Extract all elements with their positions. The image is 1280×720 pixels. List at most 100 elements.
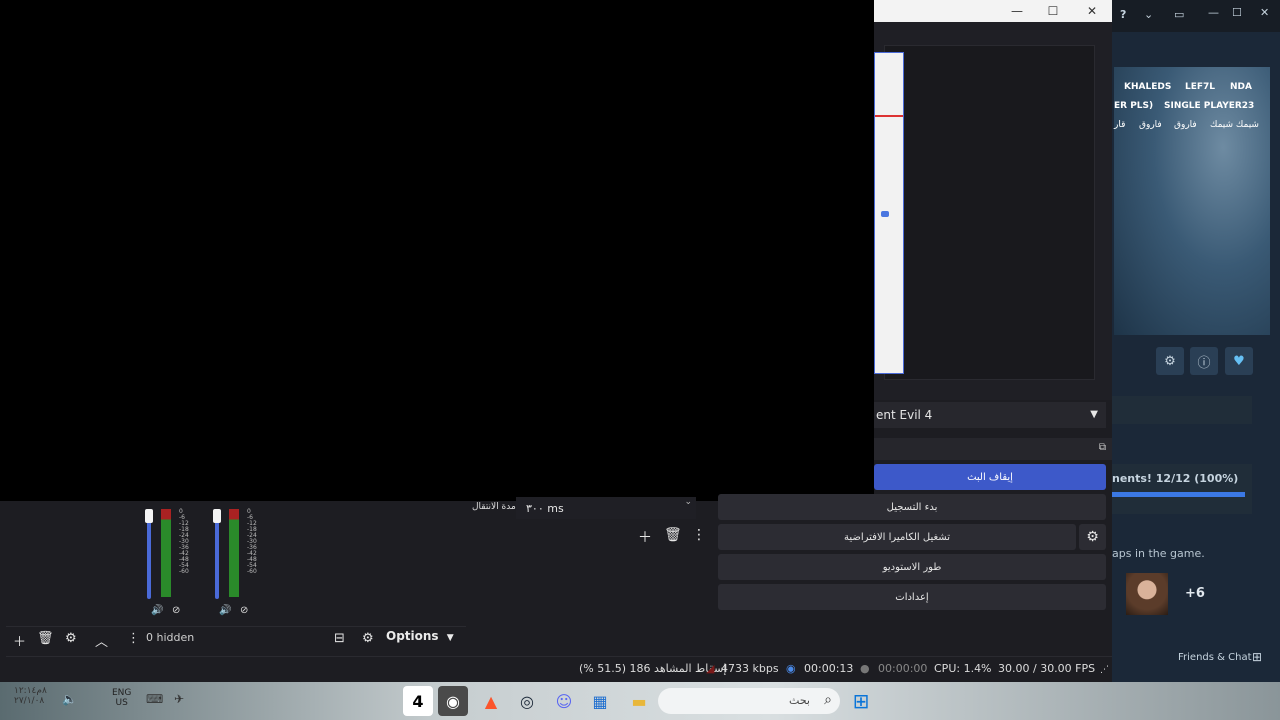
float-dock-icon[interactable]: ⧉	[1099, 442, 1106, 453]
start-recording-button[interactable]: بدء التسجيل	[718, 494, 1106, 520]
steam-app-icon[interactable]: ◎	[512, 686, 542, 716]
speaker-icon[interactable]: 🔊	[219, 605, 231, 616]
taskbar-search[interactable]: بحث ⌕	[658, 688, 840, 714]
game-info-icon[interactable]: ⓘ	[1190, 347, 1218, 375]
add-source-plus-icon[interactable]: ＋	[13, 631, 26, 650]
lang-region: US	[115, 698, 128, 708]
friend-tag[interactable]: فاروق	[1139, 120, 1162, 130]
volume-fader-knob[interactable]	[213, 509, 221, 523]
windows-start-icon[interactable]: ⊞	[846, 686, 876, 716]
resize-grip-icon[interactable]: ⋰	[1100, 665, 1109, 675]
transition-duration-input[interactable]: ٣٠٠ ms ⌄	[516, 497, 696, 519]
scene-select[interactable]: ent Evil 4 ▼	[874, 402, 1106, 428]
caret-down-icon: ▼	[446, 633, 454, 643]
settings-button[interactable]: إعدادات	[718, 584, 1106, 610]
studio-mode-button[interactable]: طور الاستوديو	[718, 554, 1106, 580]
controls-dock-header: ⧉	[874, 438, 1112, 460]
clock-time: ٨م١٢:١٤	[14, 686, 47, 696]
options-label: Options	[386, 629, 439, 643]
start-virtual-camera-button[interactable]: تشغيل الكاميرا الافتراضية	[718, 524, 1076, 550]
stop-streaming-button[interactable]: إيقاف البث	[874, 464, 1106, 490]
monitor-icon[interactable]: ▭	[1174, 8, 1184, 21]
clock-date: ٢٧/١/٠٨	[14, 696, 45, 706]
options-dropdown[interactable]: Options ▼	[386, 629, 454, 643]
close-button[interactable]: ✕	[1260, 6, 1269, 19]
obs-app-icon[interactable]: ◉	[438, 686, 468, 716]
friends-chat-icon[interactable]: ⊞	[1252, 650, 1262, 664]
layout-icon[interactable]: ⊟	[334, 631, 345, 646]
friends-caps-text: aps in the game.	[1112, 547, 1205, 560]
volume-fader-track[interactable]	[147, 515, 151, 599]
minimize-button[interactable]: —	[998, 0, 1036, 22]
start-recording-label: بدء التسجيل	[886, 501, 938, 513]
friend-tag[interactable]: فاروق	[1174, 120, 1197, 130]
remove-source-trash-icon[interactable]: 🗑	[37, 631, 54, 646]
add-transition-plus-icon[interactable]: ＋	[638, 527, 652, 547]
game-settings-gear-icon[interactable]: ⚙	[1156, 347, 1184, 375]
keyboard-icon[interactable]: ⌨	[146, 692, 163, 706]
chevron-down-icon: ▼	[1090, 409, 1098, 420]
virtual-camera-label: تشغيل الكاميرا الافتراضية	[844, 531, 950, 543]
achievements-progress-bar	[1112, 492, 1245, 497]
favorite-heart-icon[interactable]: ♥	[1225, 347, 1253, 375]
cpu-usage: CPU: 1.4%	[934, 662, 992, 675]
network-icon[interactable]: ✈	[174, 692, 184, 706]
maximize-button[interactable]: ☐	[1034, 0, 1072, 22]
sources-menu-kebab-icon[interactable]: ⋮	[127, 631, 140, 646]
achievements-progress-text: nents! 12/12 (100%)	[1112, 472, 1239, 485]
friends-chat-button[interactable]: Friends & Chat	[1178, 652, 1252, 663]
heart-icon	[881, 211, 889, 217]
preview-source	[884, 45, 1095, 380]
search-icon: ⌕	[824, 692, 832, 708]
volume-fader-knob[interactable]	[145, 509, 153, 523]
meter-scale: 0 -6 -12 -18 -24 -30 -36 -42 -48 -54 -60	[247, 508, 257, 575]
fps: 30.00 / 30.00 FPS	[998, 662, 1096, 675]
move-up-chevron-icon[interactable]: ︿	[95, 631, 108, 650]
close-button[interactable]: ✕	[1073, 0, 1111, 22]
mixer-settings-gear-icon[interactable]: ⚙	[362, 631, 374, 646]
recording-icon: ●	[860, 662, 870, 675]
stop-streaming-label: إيقاف البث	[967, 471, 1013, 483]
red-line	[875, 115, 903, 117]
transition-menu-kebab-icon[interactable]: ⋮	[692, 527, 706, 543]
meter-scale: 0 -6 -12 -18 -24 -30 -36 -42 -48 -54 -60	[179, 508, 189, 575]
maximize-button[interactable]: ☐	[1232, 6, 1242, 19]
language-indicator[interactable]: ENG US	[112, 688, 131, 708]
remove-transition-trash-icon[interactable]: 🗑	[664, 527, 682, 543]
chevron-down-icon[interactable]: ⌄	[1144, 8, 1153, 21]
source-properties-gear-icon[interactable]: ⚙	[65, 631, 77, 646]
taskbar-clock[interactable]: ٨م١٢:١٤ ٢٧/١/٠٨	[14, 686, 47, 706]
transition-duration-label: مدة الانتقال	[472, 502, 516, 512]
speaker-icon[interactable]: 🔊	[151, 605, 163, 616]
volume-meter	[229, 509, 239, 597]
brave-browser-icon[interactable]: ▲	[476, 686, 506, 716]
channel4-app-icon[interactable]: 4	[403, 686, 433, 716]
friend-avatar[interactable]	[1126, 573, 1168, 615]
friend-tag[interactable]: SINGLE PLAYER23	[1164, 101, 1254, 111]
file-explorer-icon[interactable]: ▬	[624, 686, 654, 716]
help-icon[interactable]: ?	[1120, 8, 1126, 21]
obs-titlebar: — ☐ ✕	[874, 0, 1112, 22]
friend-tag[interactable]: شيمك شيمك	[1210, 120, 1259, 130]
stream-time: 00:00:13	[804, 662, 854, 675]
chevron-down-icon[interactable]: ⌄	[684, 497, 692, 507]
studio-mode-label: طور الاستوديو	[882, 561, 942, 573]
friend-tag[interactable]: NDA	[1230, 82, 1252, 92]
minimize-button[interactable]: —	[1208, 6, 1219, 19]
volume-fader-track[interactable]	[215, 515, 219, 599]
friend-tag[interactable]: قار	[1114, 120, 1125, 130]
streaming-icon: ◉	[786, 662, 796, 675]
hidden-count: 0 hidden	[146, 631, 195, 644]
store-app-icon[interactable]: ▦	[585, 686, 615, 716]
network-icon: ◢	[706, 662, 715, 675]
friend-tag[interactable]: LEF7L	[1185, 82, 1215, 92]
monitor-off-icon[interactable]: ⊘	[240, 605, 248, 616]
discord-app-icon[interactable]: ☺	[549, 686, 579, 716]
friend-tag[interactable]: KHALEDS	[1124, 82, 1171, 92]
virtual-camera-settings-gear-icon[interactable]: ⚙	[1079, 524, 1106, 550]
monitor-off-icon[interactable]: ⊘	[172, 605, 180, 616]
dropped-frames: إسقاط المشاهد 186 (51.5 %)	[579, 662, 727, 675]
volume-icon[interactable]: 🔈	[62, 692, 77, 706]
friend-tag[interactable]: ER PLS)	[1114, 101, 1153, 111]
more-friends-count[interactable]: +6	[1185, 586, 1205, 601]
